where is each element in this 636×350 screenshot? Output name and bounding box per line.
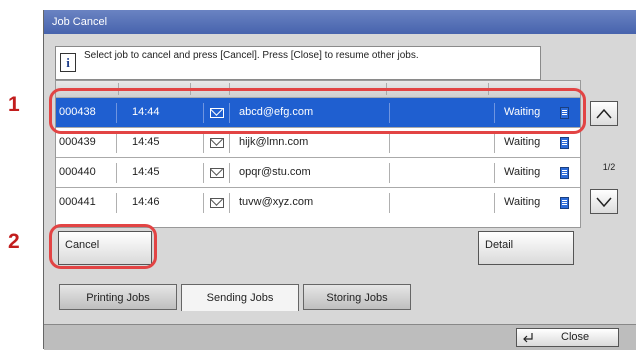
instruction-text: Select job to cancel and press [Cancel].…: [84, 50, 419, 61]
job-destination: tuvw@xyz.com: [239, 196, 314, 208]
job-id: 000440: [59, 166, 96, 178]
close-button-label: Close: [561, 331, 590, 343]
mail-icon: [210, 168, 224, 178]
job-status: Waiting: [504, 196, 541, 208]
return-arrow-icon: [523, 333, 533, 343]
dialog-title: Job Cancel: [44, 10, 636, 34]
page-indicator: 1/2: [602, 162, 616, 172]
document-icon: [560, 137, 569, 149]
document-icon: [560, 197, 569, 209]
detail-button-label: Detail: [485, 239, 514, 251]
job-destination: opqr@stu.com: [239, 166, 311, 178]
detail-button[interactable]: Detail: [478, 231, 574, 265]
job-id: 000441: [59, 196, 96, 208]
info-icon: i: [60, 53, 76, 72]
job-cancel-dialog: Job Cancel i Select job to cancel and pr…: [43, 10, 636, 350]
highlight-ring-selected-row: [49, 88, 586, 134]
scroll-up-button[interactable]: [590, 101, 618, 126]
mail-icon: [210, 138, 224, 148]
tab-storing-jobs[interactable]: Storing Jobs: [303, 284, 411, 310]
step-number-2: 2: [8, 230, 20, 253]
tab-sending-jobs[interactable]: Sending Jobs: [181, 284, 299, 311]
job-status: Waiting: [504, 166, 541, 178]
job-time: 14:46: [132, 196, 160, 208]
table-row[interactable]: 000440 14:45 opqr@stu.com Waiting: [56, 158, 580, 188]
highlight-ring-cancel-button: [49, 224, 157, 269]
table-row[interactable]: 000441 14:46 tuvw@xyz.com Waiting: [56, 188, 580, 218]
instruction-box: i Select job to cancel and press [Cancel…: [55, 46, 541, 80]
chevron-down-icon: [596, 197, 612, 207]
step-number-1: 1: [8, 93, 20, 116]
job-time: 14:45: [132, 166, 160, 178]
scroll-down-button[interactable]: [590, 189, 618, 214]
mail-icon: [210, 198, 224, 208]
document-icon: [560, 167, 569, 179]
tab-printing-jobs[interactable]: Printing Jobs: [59, 284, 177, 310]
chevron-up-icon: [596, 108, 612, 119]
bottom-bar: Close: [44, 324, 636, 350]
close-button[interactable]: Close: [516, 328, 619, 347]
